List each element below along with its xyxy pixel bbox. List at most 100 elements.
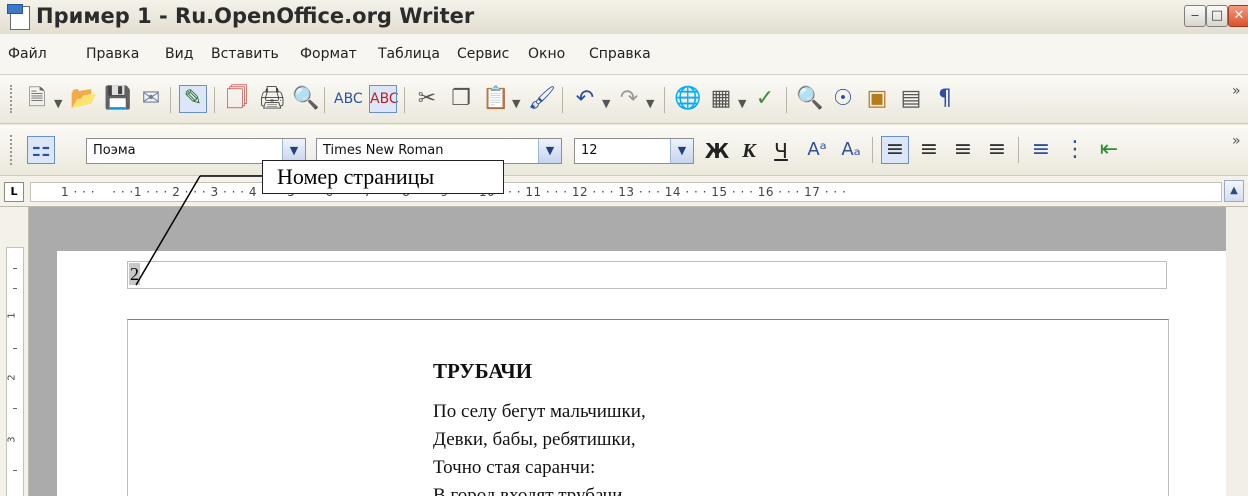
new-document-icon[interactable]: 🗎 xyxy=(24,86,50,112)
vertical-scrollbar[interactable] xyxy=(1226,207,1248,496)
title-bar: Пример 1 - Ru.OpenOffice.org Writer ‒ □ … xyxy=(0,0,1248,35)
toolbar-overflow-icon[interactable]: » xyxy=(1232,133,1241,149)
find-replace-icon[interactable]: 🔍 xyxy=(796,86,823,112)
autospellcheck-icon[interactable]: ABC xyxy=(369,85,399,113)
print-icon[interactable]: 🖨 xyxy=(258,86,286,112)
scroll-up-button[interactable]: ▲ xyxy=(1224,180,1244,202)
save-icon[interactable]: 💾 xyxy=(104,86,131,112)
paste-icon[interactable]: 📋 xyxy=(482,86,509,112)
toolbar-grip[interactable] xyxy=(10,135,16,165)
toolbar-separator xyxy=(664,87,665,113)
clone-formatting-icon[interactable]: 🖌 xyxy=(528,86,556,112)
toolbar-grip[interactable] xyxy=(10,85,16,113)
data-sources-icon[interactable]: ▤ xyxy=(898,86,924,112)
menu-file[interactable]: Файл xyxy=(8,46,47,62)
ruler-tick xyxy=(13,348,17,349)
show-draw-functions-icon[interactable]: ✓ xyxy=(752,86,778,112)
chevron-down-icon[interactable]: ▼ xyxy=(670,139,693,163)
close-button[interactable]: ✕ xyxy=(1228,5,1248,27)
print-preview-icon[interactable]: 🔍 xyxy=(292,86,319,112)
menu-window[interactable]: Окно xyxy=(528,46,565,62)
bullets-icon[interactable]: ⋮ xyxy=(1062,137,1088,163)
table-icon[interactable]: ▦ xyxy=(708,86,734,112)
menu-format[interactable]: Формат xyxy=(300,46,357,62)
bold-button[interactable]: Ж xyxy=(704,137,730,165)
chevron-down-icon[interactable]: ▼ xyxy=(54,97,62,110)
poem-line: Точно стая саранчи: xyxy=(433,457,596,478)
text-boundary xyxy=(127,319,1169,496)
menu-tools[interactable]: Сервис xyxy=(457,46,509,62)
ruler-scale[interactable]: 1 · · · · · ·1 · · · 2 · · · 3 · · · 4 ·… xyxy=(30,182,1222,202)
font-name-value: Times New Roman xyxy=(323,143,444,158)
paragraph-style-value: Поэма xyxy=(93,143,136,158)
toolbar-separator xyxy=(324,87,325,113)
chevron-down-icon[interactable]: ▼ xyxy=(738,97,746,110)
document-area[interactable]: 2 ТРУБАЧИ По селу бегут мальчишки, Девки… xyxy=(29,207,1248,496)
menu-view[interactable]: Вид xyxy=(165,46,193,62)
poem-title: ТРУБАЧИ xyxy=(433,359,533,383)
page-header[interactable]: 2 xyxy=(127,261,1167,289)
email-icon[interactable]: ✉ xyxy=(138,86,164,112)
ruler-tick xyxy=(13,268,17,269)
subscript-icon[interactable]: Aₐ xyxy=(838,137,864,163)
styles-formatting-icon[interactable]: ⚏ xyxy=(27,136,55,164)
page-number-callout: Номер страницы xyxy=(262,160,504,194)
chevron-down-icon[interactable]: ▼ xyxy=(512,97,520,110)
poem-line: По селу бегут мальчишки, xyxy=(433,401,646,422)
hyperlink-icon[interactable]: 🌐 xyxy=(674,86,701,112)
decrease-indent-icon[interactable]: ⇤ xyxy=(1096,137,1122,163)
numbering-icon[interactable]: ≡ xyxy=(1028,137,1054,163)
cut-icon[interactable]: ✂ xyxy=(414,86,440,112)
ruler-tick xyxy=(13,470,17,471)
document-page[interactable]: 2 ТРУБАЧИ По селу бегут мальчишки, Девки… xyxy=(57,251,1227,496)
vertical-ruler-scale: 1 2 3 xyxy=(6,247,24,496)
navigator-icon[interactable]: ☉ xyxy=(830,86,856,112)
vertical-ruler-mark: 2 xyxy=(6,374,18,381)
formatting-marks-icon[interactable]: ¶ xyxy=(932,86,958,112)
redo-icon[interactable]: ↷ xyxy=(616,86,642,112)
chevron-down-icon[interactable]: ▼ xyxy=(602,97,610,110)
align-left-icon[interactable]: ≡ xyxy=(881,136,909,164)
vertical-ruler-mark: 3 xyxy=(6,436,18,443)
gallery-icon[interactable]: ▣ xyxy=(864,86,890,112)
menu-help[interactable]: Справка xyxy=(589,46,651,62)
toolbar-overflow-icon[interactable]: » xyxy=(1232,83,1241,99)
toolbar-separator xyxy=(786,87,787,113)
undo-icon[interactable]: ↶ xyxy=(572,86,598,112)
toolbar-separator xyxy=(562,87,563,113)
underline-button[interactable]: Ч xyxy=(768,137,794,165)
vertical-ruler[interactable]: 1 2 3 xyxy=(0,207,29,496)
menu-edit[interactable]: Правка xyxy=(86,46,139,62)
poem-line: Девки, бабы, ребятишки, xyxy=(433,429,636,450)
font-size-select[interactable]: 12 ▼ xyxy=(574,138,694,164)
align-right-icon[interactable]: ≡ xyxy=(950,137,976,163)
toolbar-separator xyxy=(872,137,873,163)
horizontal-ruler[interactable]: L 1 · · · · · ·1 · · · 2 · · · 3 · · · 4… xyxy=(0,176,1248,207)
minimize-button[interactable]: ‒ xyxy=(1184,5,1206,27)
window-title: Пример 1 - Ru.OpenOffice.org Writer xyxy=(36,4,475,28)
page-number-field[interactable]: 2 xyxy=(129,263,140,285)
italic-button[interactable]: К xyxy=(736,137,762,165)
chevron-down-icon[interactable]: ▼ xyxy=(538,139,561,163)
chevron-down-icon[interactable]: ▼ xyxy=(646,97,654,110)
font-size-value: 12 xyxy=(581,143,598,158)
align-center-icon[interactable]: ≡ xyxy=(916,137,942,163)
maximize-button[interactable]: □ xyxy=(1206,5,1228,27)
export-pdf-icon[interactable]: 🗍 xyxy=(224,86,250,112)
menu-insert[interactable]: Вставить xyxy=(211,46,279,62)
spellcheck-icon[interactable]: ABC xyxy=(334,86,363,112)
open-folder-icon[interactable]: 📂 xyxy=(70,86,97,112)
vertical-ruler-mark: 1 xyxy=(6,312,18,319)
tab-stop-selector[interactable]: L xyxy=(4,182,24,202)
ruler-tick xyxy=(13,288,17,289)
edit-mode-icon[interactable]: ✎ xyxy=(179,85,207,113)
standard-toolbar: 🗎 ▼ 📂 💾 ✉ ✎ 🗍 🖨 🔍 ABC ABC ✂ ❐ 📋 ▼ 🖌 ↶ ▼ … xyxy=(0,75,1248,124)
superscript-icon[interactable]: Aᵃ xyxy=(804,137,830,163)
justify-icon[interactable]: ≡ xyxy=(984,137,1010,163)
writer-app-icon xyxy=(7,4,30,30)
writer-window: Пример 1 - Ru.OpenOffice.org Writer ‒ □ … xyxy=(0,0,1248,496)
menu-table[interactable]: Таблица xyxy=(378,46,440,62)
copy-icon[interactable]: ❐ xyxy=(448,86,474,112)
toolbar-separator xyxy=(404,87,405,113)
toolbar-separator xyxy=(1018,137,1019,163)
